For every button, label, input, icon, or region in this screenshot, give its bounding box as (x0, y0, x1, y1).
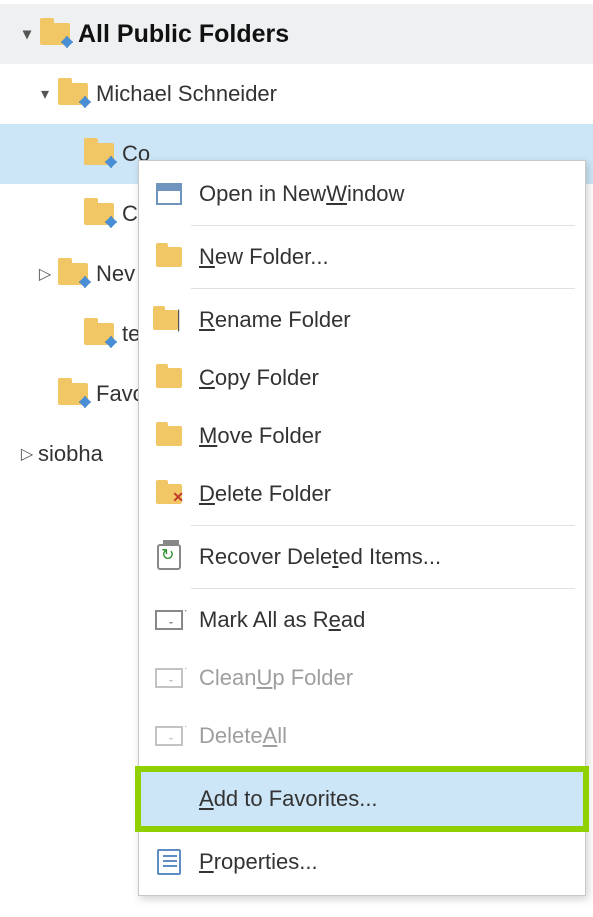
tree-item-label: siobha (38, 441, 103, 467)
menu-move-folder[interactable]: Move Folder (139, 407, 585, 465)
folder-icon (153, 362, 185, 394)
menu-recover-deleted[interactable]: Recover Deleted Items... (139, 528, 585, 586)
window-icon (153, 178, 185, 210)
folder-icon (56, 80, 90, 108)
blank-icon (153, 783, 185, 815)
chevron-down-icon: ▾ (36, 84, 54, 104)
menu-separator (191, 288, 575, 289)
menu-clean-up: Clean Up Folder (139, 649, 585, 707)
menu-copy-folder[interactable]: Copy Folder (139, 349, 585, 407)
menu-label: Copy Folder (199, 365, 319, 391)
folder-icon (56, 380, 90, 408)
folder-icon (153, 241, 185, 273)
folder-icon (153, 420, 185, 452)
menu-label: Add to Favorites... (199, 786, 378, 812)
folder-icon (38, 20, 72, 48)
menu-label: Delete All (199, 723, 287, 749)
folder-icon (56, 260, 90, 288)
menu-label: New Folder... (199, 244, 329, 270)
menu-label: Move Folder (199, 423, 321, 449)
chevron-down-icon: ▾ (18, 24, 36, 44)
folder-icon (82, 140, 116, 168)
menu-properties[interactable]: Properties... (139, 833, 585, 891)
menu-separator (191, 830, 575, 831)
menu-delete-folder[interactable]: ✕ Delete Folder (139, 465, 585, 523)
folder-icon (82, 320, 116, 348)
recycle-icon (153, 541, 185, 573)
menu-open-new-window[interactable]: Open in New Window (139, 165, 585, 223)
tree-root-label: All Public Folders (78, 20, 289, 49)
chevron-right-icon: ▷ (36, 264, 54, 284)
menu-label: Delete Folder (199, 481, 331, 507)
tree-item[interactable]: ▾ Michael Schneider (0, 64, 593, 124)
menu-new-folder[interactable]: New Folder... (139, 228, 585, 286)
rename-icon: │ (153, 304, 185, 336)
menu-label: Mark All as Read (199, 607, 365, 633)
menu-separator (191, 525, 575, 526)
folder-icon (82, 200, 116, 228)
menu-label: Open in New Window (199, 181, 404, 207)
tree-root[interactable]: ▾ All Public Folders (0, 4, 593, 64)
chevron-right-icon: ▷ (18, 444, 36, 464)
envelope-icon (153, 720, 185, 752)
envelope-icon (153, 604, 185, 636)
properties-icon (153, 846, 185, 878)
menu-separator (191, 225, 575, 226)
menu-rename-folder[interactable]: │ Rename Folder (139, 291, 585, 349)
context-menu: Open in New Window New Folder... │ Rename F… (138, 160, 586, 896)
menu-mark-read[interactable]: Mark All as Read (139, 591, 585, 649)
menu-separator (191, 588, 575, 589)
tree-item-label: Nev (96, 261, 135, 287)
delete-folder-icon: ✕ (153, 478, 185, 510)
menu-label: Rename Folder (199, 307, 351, 333)
envelope-icon (153, 662, 185, 694)
tree-item-label: Michael Schneider (96, 81, 277, 107)
menu-label: Properties... (199, 849, 318, 875)
menu-separator (191, 767, 575, 768)
menu-delete-all: Delete All (139, 707, 585, 765)
menu-label: Clean Up Folder (199, 665, 353, 691)
menu-label: Recover Deleted Items... (199, 544, 441, 570)
menu-add-favorites[interactable]: Add to Favorites... (139, 770, 585, 828)
